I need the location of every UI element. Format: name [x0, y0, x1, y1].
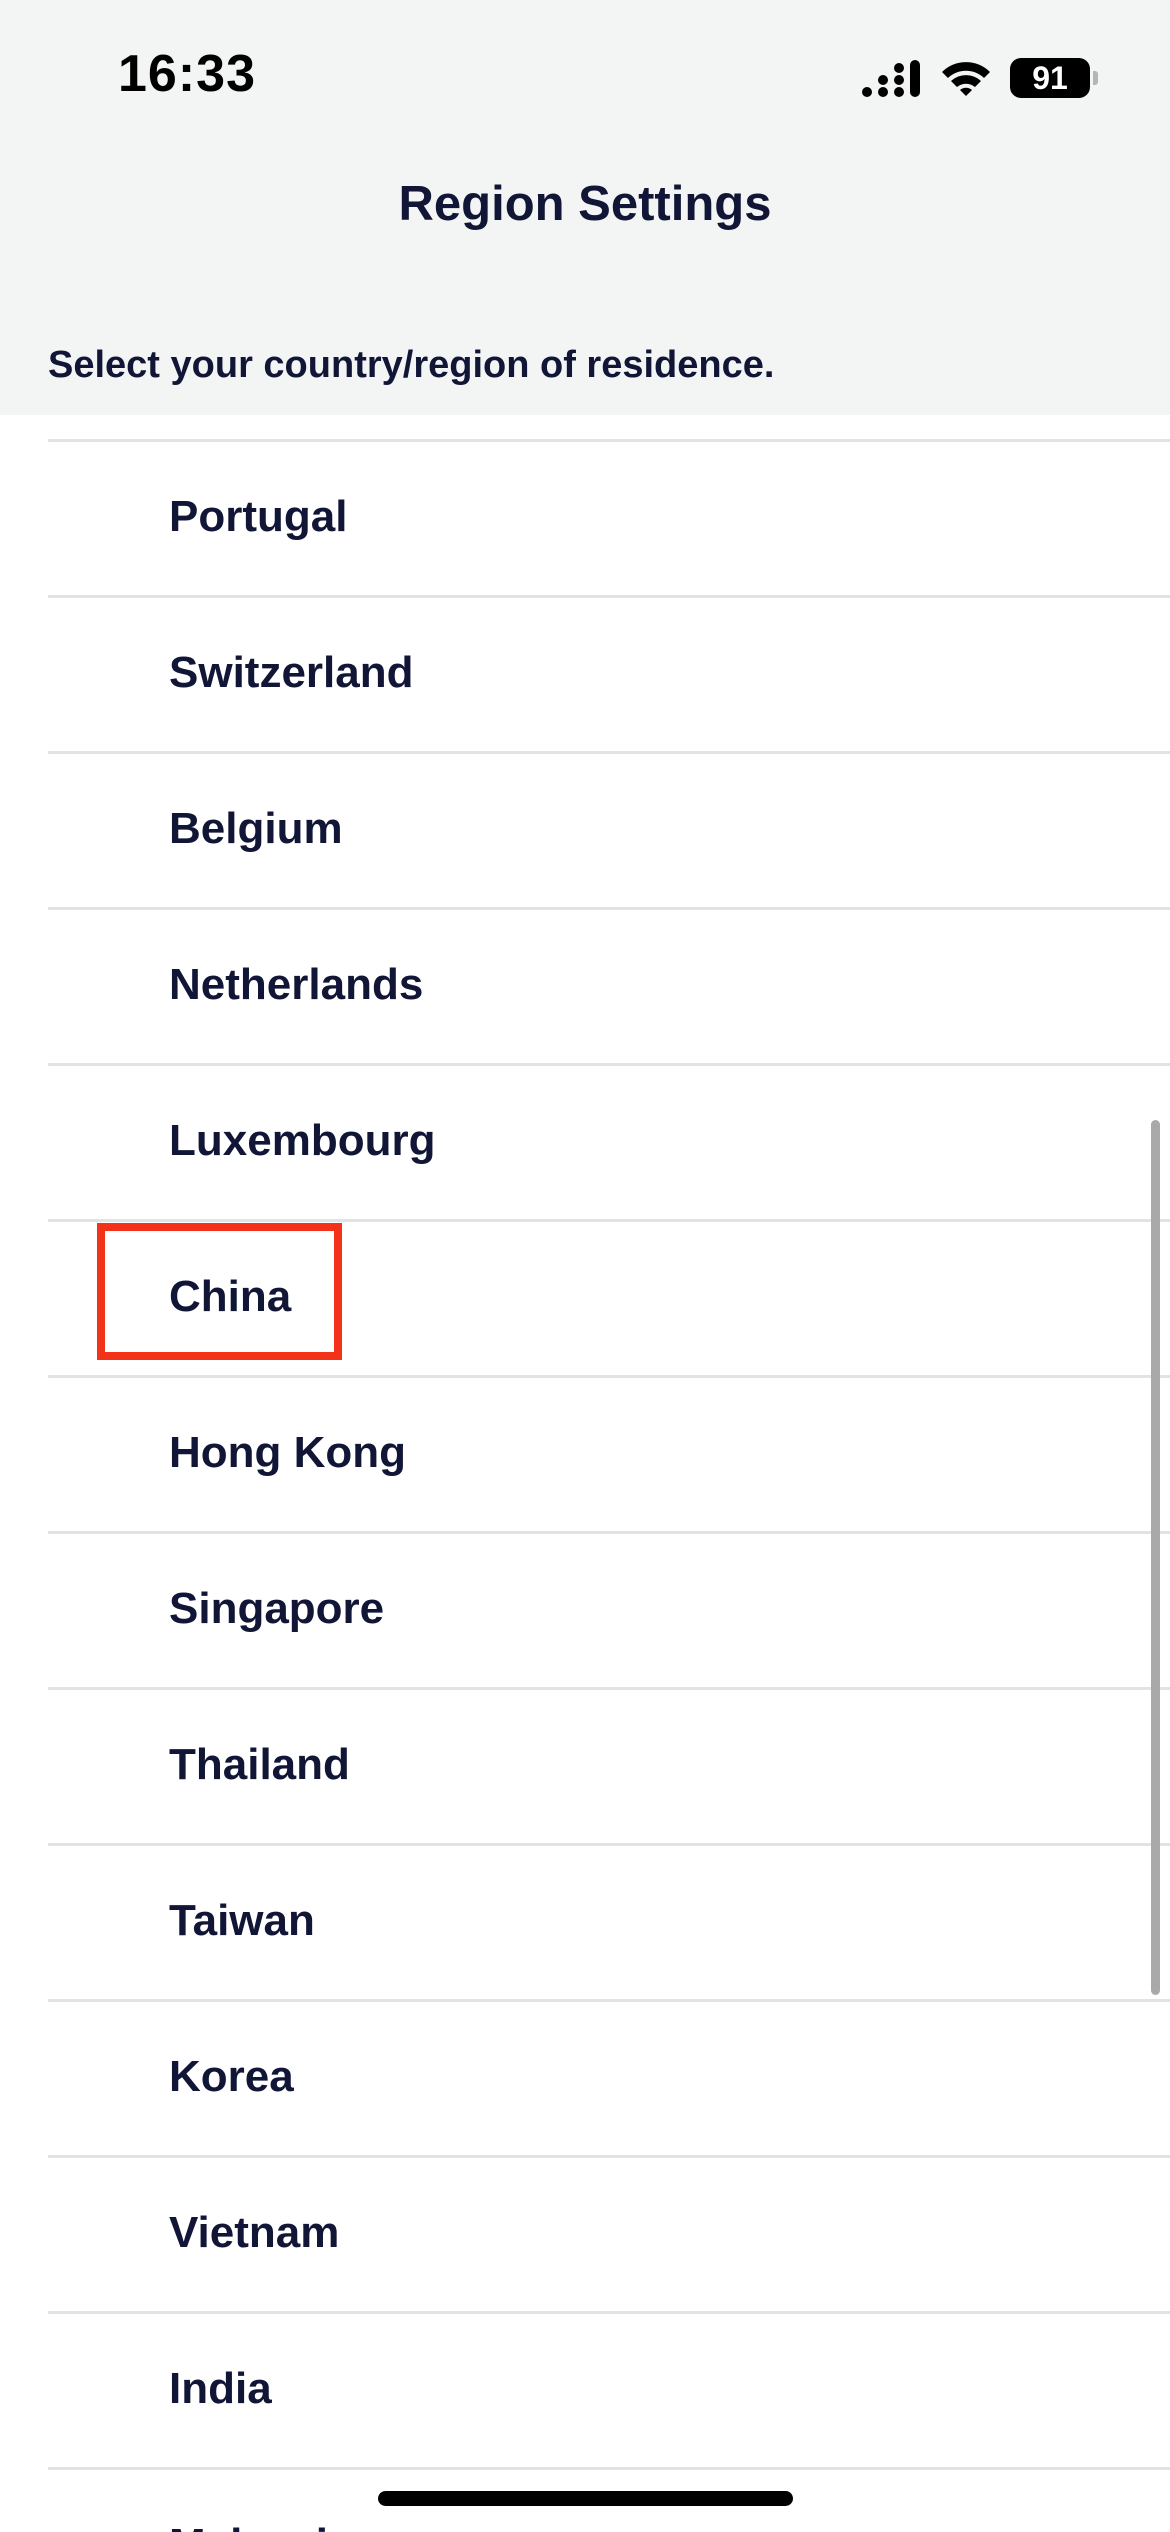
region-item-belgium[interactable]: Belgium — [48, 754, 1170, 910]
battery-tip — [1093, 71, 1098, 85]
region-label: China — [169, 1272, 292, 1321]
region-label: Vietnam — [169, 2208, 340, 2257]
region-label: Netherlands — [169, 960, 424, 1009]
region-item-singapore[interactable]: Singapore — [48, 1534, 1170, 1690]
region-item-china[interactable]: China — [48, 1222, 1170, 1378]
region-settings-screen: 16:33 91 Region Settings Select your cou… — [0, 0, 1170, 2532]
scrollbar[interactable] — [1151, 1120, 1160, 1995]
region-item-luxembourg[interactable]: Luxembourg — [48, 1066, 1170, 1222]
region-label: Thailand — [169, 1740, 350, 1789]
home-indicator[interactable] — [378, 2491, 793, 2506]
cellular-signal-icon — [862, 60, 920, 97]
region-item-hong-kong[interactable]: Hong Kong — [48, 1378, 1170, 1534]
header: 16:33 91 Region Settings Select your cou… — [0, 0, 1170, 415]
region-label: Korea — [169, 2052, 294, 2101]
region-item-taiwan[interactable]: Taiwan — [48, 1846, 1170, 2002]
page-title: Region Settings — [398, 177, 772, 231]
status-bar: 16:33 91 — [0, 0, 1170, 150]
region-item-netherlands[interactable]: Netherlands — [48, 910, 1170, 1066]
region-label: Portugal — [169, 492, 348, 541]
region-label: Malaysia — [169, 2520, 352, 2532]
region-label: Taiwan — [169, 1896, 315, 1945]
region-item-portugal[interactable]: Portugal — [48, 442, 1170, 598]
region-item-thailand[interactable]: Thailand — [48, 1690, 1170, 1846]
region-label: India — [169, 2364, 272, 2413]
battery-icon: 91 — [1010, 58, 1098, 98]
region-label: Switzerland — [169, 648, 414, 697]
wifi-icon — [942, 62, 990, 96]
region-label: Luxembourg — [169, 1116, 436, 1165]
region-list[interactable]: Portugal Switzerland Belgium Netherlands… — [0, 415, 1170, 2532]
status-icons: 91 — [862, 54, 1098, 102]
region-label: Belgium — [169, 804, 343, 853]
status-time: 16:33 — [118, 45, 256, 103]
region-label: Singapore — [169, 1584, 385, 1633]
region-label: Hong Kong — [169, 1428, 407, 1477]
page-subtitle: Select your country/region of residence. — [48, 344, 775, 386]
region-item-india[interactable]: India — [48, 2314, 1170, 2470]
region-item-korea[interactable]: Korea — [48, 2002, 1170, 2158]
region-item-vietnam[interactable]: Vietnam — [48, 2158, 1170, 2314]
region-item-switzerland[interactable]: Switzerland — [48, 598, 1170, 754]
battery-level: 91 — [1032, 59, 1068, 96]
